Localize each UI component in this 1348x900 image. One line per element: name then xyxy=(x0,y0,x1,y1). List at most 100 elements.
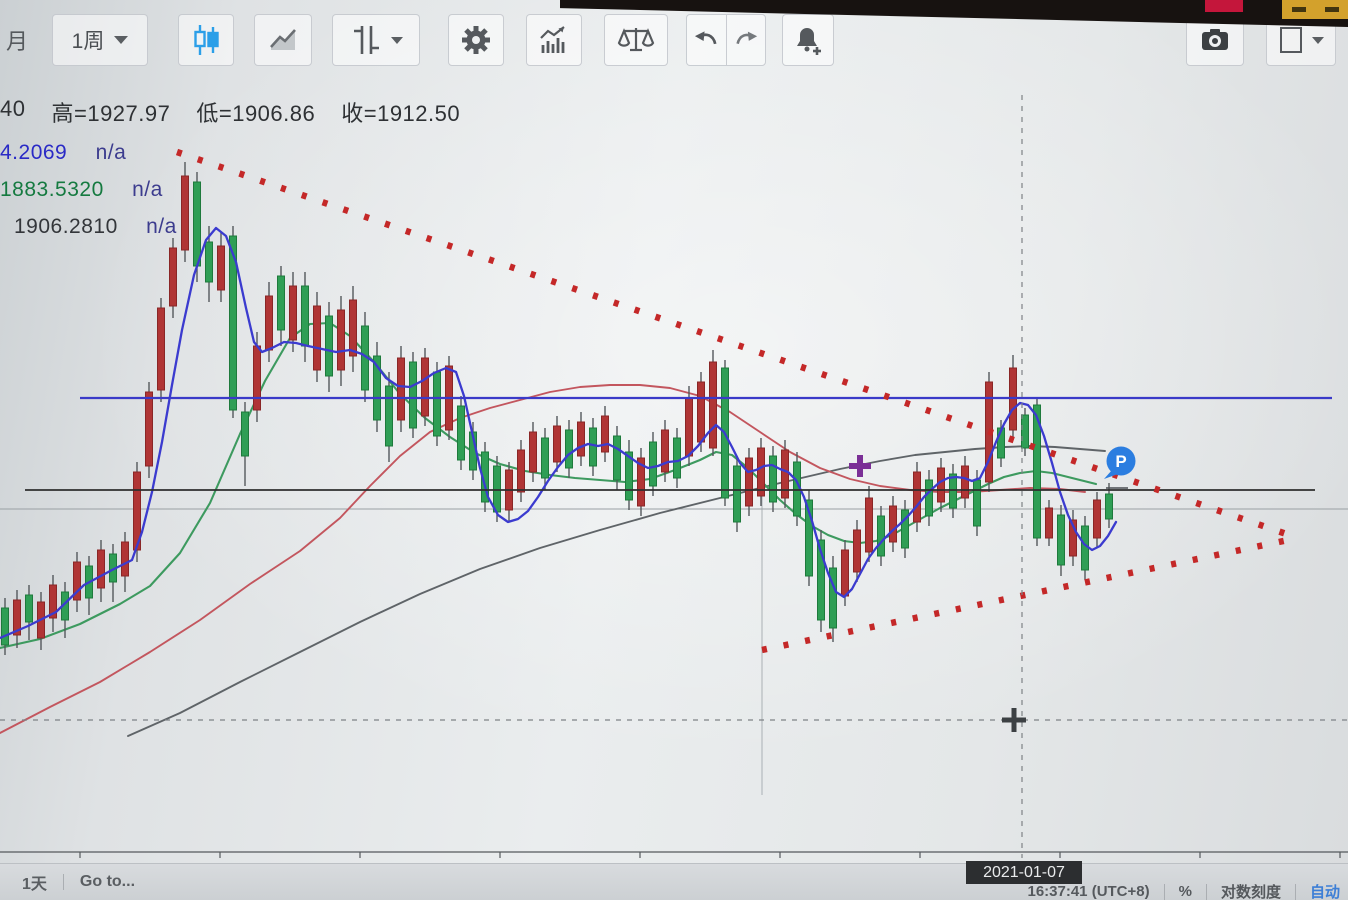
candle-body-down xyxy=(949,473,957,509)
candle-body-up xyxy=(421,357,429,417)
bottom-toolbar: 1天 Go to... 16:37:41 (UTC+8) % 对数刻度 自动 xyxy=(0,863,1348,900)
candle-body-up xyxy=(145,391,153,467)
candle-body-up xyxy=(757,447,765,497)
candle-body-up xyxy=(397,357,405,421)
bezel-yellow-sticker xyxy=(1282,0,1348,19)
candle-body-down xyxy=(205,241,213,283)
ohlc-low: 低=1906.86 xyxy=(196,101,316,126)
redo-button[interactable] xyxy=(726,14,766,66)
settings-button[interactable] xyxy=(448,14,504,66)
indicator-na: n/a xyxy=(95,141,127,164)
candle-body-down xyxy=(325,315,333,377)
trading-app-screen: 月 1周 40 高=1927.97 低=1906.86 收=1912.50 4.… xyxy=(0,0,1348,900)
trade-tool-icon xyxy=(354,26,379,54)
candle-body-down xyxy=(565,429,573,469)
divider xyxy=(1294,883,1296,900)
candle-body-down xyxy=(589,427,597,467)
chart-type-candles-button[interactable] xyxy=(178,14,234,66)
line-chart-icon xyxy=(270,29,296,50)
candle-body-down xyxy=(769,455,777,503)
candle-body-up xyxy=(961,465,969,499)
candle-body-up xyxy=(157,307,165,391)
candle-body-up xyxy=(745,457,753,507)
candle-body-down xyxy=(1057,514,1065,566)
goto-date-button[interactable]: Go to... xyxy=(80,873,135,891)
clock-timezone-button[interactable]: 16:37:41 (UTC+8) xyxy=(1027,883,1149,900)
compare-scales-icon xyxy=(617,28,655,52)
candle-body-down xyxy=(1021,414,1029,449)
candle-body-down xyxy=(925,479,933,517)
log-scale-button[interactable]: 对数刻度 xyxy=(1221,881,1281,900)
ohlc-row: 40 高=1927.97 低=1906.86 收=1912.50 xyxy=(0,96,460,128)
position-pin-label: P xyxy=(1115,452,1126,471)
candle-body-up xyxy=(865,497,873,553)
candle-body-up xyxy=(349,299,357,357)
redo-icon xyxy=(736,31,758,45)
candle-body-up xyxy=(661,429,669,473)
candle-body-down xyxy=(301,285,309,347)
candle-body-up xyxy=(553,425,561,463)
interval-month-button[interactable]: 月 xyxy=(6,24,28,56)
range-1day-button[interactable]: 1天 xyxy=(22,870,47,894)
purple-cross-marker[interactable] xyxy=(849,455,871,477)
chevron-down-icon xyxy=(391,36,403,44)
candle-body-up xyxy=(1045,507,1053,539)
indicator-value: 1883.5320 xyxy=(0,178,104,201)
bottom-left-group: 1天 Go to... xyxy=(22,870,135,894)
chevron-down-icon xyxy=(114,36,129,44)
camera-icon xyxy=(1202,29,1228,50)
indicators-button[interactable] xyxy=(526,14,582,66)
alert-bell-plus-icon xyxy=(797,28,821,55)
crosshair-date-label: 2021-01-07 xyxy=(966,861,1082,884)
candle-body-up xyxy=(517,449,525,493)
ohlc-close: 收=1912.50 xyxy=(341,101,461,126)
divider xyxy=(62,874,64,890)
indicator-na: n/a xyxy=(146,215,177,238)
candle-body-up xyxy=(697,381,705,443)
interval-select-button[interactable]: 1周 xyxy=(52,14,148,66)
layout-square-icon xyxy=(1280,27,1302,53)
candle-body-up xyxy=(97,549,105,589)
candle-body-up xyxy=(217,245,225,291)
candle-body-up xyxy=(937,467,945,503)
candle-body-up xyxy=(685,397,693,457)
candle-body-up xyxy=(853,529,861,573)
chevron-down-icon xyxy=(1312,36,1324,44)
candle-body-down xyxy=(1,607,9,646)
indicator-row: 1883.5320 n/a xyxy=(0,178,460,202)
gear-icon xyxy=(462,26,490,54)
candle-body-up xyxy=(289,285,297,341)
candle-body-up xyxy=(121,541,129,577)
candle-body-down xyxy=(493,465,501,513)
candle-body-down xyxy=(1105,493,1113,520)
ohlc-high: 高=1927.97 xyxy=(51,101,171,126)
candle-body-down xyxy=(613,435,621,481)
compare-button[interactable] xyxy=(604,14,668,66)
undo-button[interactable] xyxy=(686,14,726,66)
candle-body-up xyxy=(169,247,177,307)
candle-body-down xyxy=(973,479,981,527)
candle-body-up xyxy=(265,295,273,351)
auto-scale-button[interactable]: 自动 xyxy=(1310,881,1340,900)
indicator-value: 1906.2810 xyxy=(14,215,118,238)
indicator-row: 4.2069 n/a xyxy=(0,141,460,165)
ohlc-open-partial: 40 xyxy=(0,96,26,121)
indicator-value: 4.2069 xyxy=(0,141,68,164)
add-alert-button[interactable] xyxy=(782,14,834,66)
percent-scale-button[interactable]: % xyxy=(1179,883,1192,900)
candle-body-up xyxy=(577,421,585,457)
candle-body-down xyxy=(409,361,417,429)
trade-tool-button[interactable] xyxy=(332,14,420,66)
candle-body-down xyxy=(541,437,549,479)
candle-body-down xyxy=(457,405,465,461)
candle-body-down xyxy=(241,411,249,457)
candle-body-up xyxy=(709,361,717,449)
candle-body-up xyxy=(1093,499,1101,539)
candle-body-up xyxy=(913,471,921,523)
candle-body-up xyxy=(529,431,537,473)
candle-body-down xyxy=(25,594,33,623)
candle-body-down xyxy=(673,437,681,479)
candle-body-down xyxy=(649,441,657,487)
candle-body-down xyxy=(385,385,393,447)
chart-type-line-button[interactable] xyxy=(254,14,312,66)
